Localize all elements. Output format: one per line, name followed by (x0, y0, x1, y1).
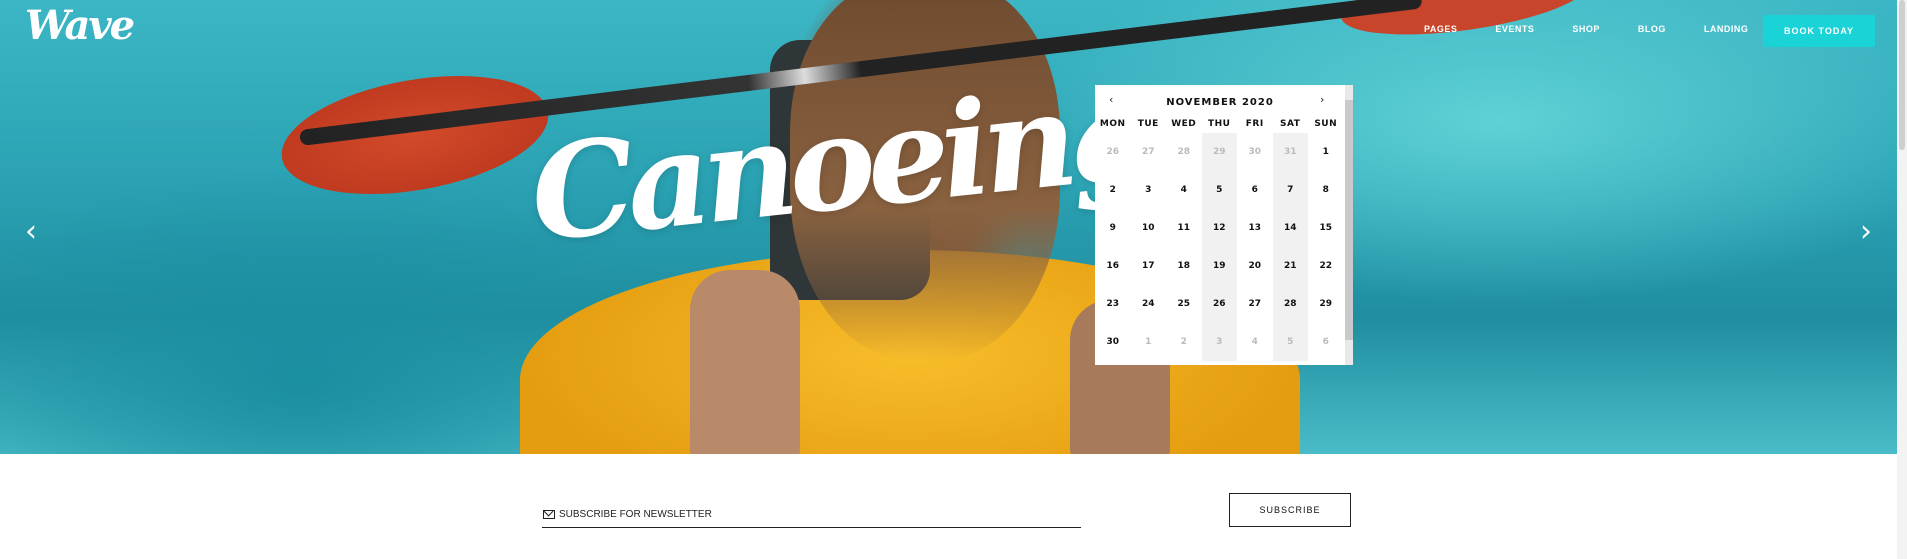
calendar-day[interactable]: 6 (1308, 323, 1344, 361)
calendar-day[interactable]: 31 (1272, 133, 1308, 171)
calendar-day[interactable]: 12 (1201, 209, 1237, 247)
calendar-day[interactable]: 3 (1131, 171, 1167, 209)
calendar-day[interactable]: 9 (1095, 209, 1131, 247)
book-today-button[interactable]: BOOK TODAY (1763, 15, 1875, 47)
calendar-day[interactable]: 28 (1166, 133, 1202, 171)
calendar-day[interactable]: 19 (1201, 247, 1237, 285)
page-scrollbar-thumb[interactable] (1899, 0, 1905, 150)
hero-title: Canoeing (523, 53, 1159, 272)
calendar-day[interactable]: 3 (1201, 323, 1237, 361)
calendar-day[interactable]: 29 (1308, 285, 1344, 323)
nav-item-shop[interactable]: SHOP (1572, 24, 1600, 34)
calendar-day[interactable]: 1 (1308, 133, 1344, 171)
calendar-day[interactable]: 7 (1272, 171, 1308, 209)
calendar-day[interactable]: 2 (1095, 171, 1131, 209)
calendar-day[interactable]: 23 (1095, 285, 1131, 323)
weekday-label: THU (1208, 119, 1231, 129)
calendar-day[interactable]: 20 (1237, 247, 1273, 285)
calendar-day[interactable]: 10 (1131, 209, 1167, 247)
calendar-day[interactable]: 30 (1095, 323, 1131, 361)
weekday-header-row: MON TUE WED THU FRI SAT SUN (1095, 119, 1345, 129)
calendar-day[interactable]: 6 (1237, 171, 1273, 209)
newsletter-placeholder: SUBSCRIBE FOR NEWSLETTER (559, 509, 712, 520)
calendar-day[interactable]: 13 (1237, 209, 1273, 247)
calendar-day[interactable]: 5 (1201, 171, 1237, 209)
calendar-day[interactable]: 18 (1166, 247, 1202, 285)
calendar-day[interactable]: 25 (1166, 285, 1202, 323)
main-nav: PAGES EVENTS SHOP BLOG LANDING (1424, 24, 1786, 34)
nav-item-landing[interactable]: LANDING (1704, 24, 1749, 34)
calendar-day[interactable]: 27 (1131, 133, 1167, 171)
mail-icon (543, 510, 555, 519)
calendar-day[interactable]: 17 (1131, 247, 1167, 285)
chevron-right-icon[interactable]: › (1860, 214, 1872, 249)
calendar-day[interactable]: 24 (1131, 285, 1167, 323)
subscribe-button[interactable]: SUBSCRIBE (1229, 493, 1351, 527)
calendar-day[interactable]: 29 (1201, 133, 1237, 171)
calendar-day[interactable]: 26 (1201, 285, 1237, 323)
weekday-label: MON (1099, 119, 1126, 129)
hero-banner: Canoeing ‹ › (0, 0, 1897, 454)
calendar-scrollbar-thumb[interactable] (1345, 100, 1353, 340)
calendar-day[interactable]: 4 (1166, 171, 1202, 209)
calendar-day[interactable]: 4 (1237, 323, 1273, 361)
calendar-day[interactable]: 28 (1272, 285, 1308, 323)
calendar-day[interactable]: 30 (1237, 133, 1273, 171)
weekday-label: WED (1171, 119, 1197, 129)
calendar-month-label: NOVEMBER 2020 (1166, 97, 1274, 108)
calendar-day[interactable]: 21 (1272, 247, 1308, 285)
calendar-day[interactable]: 14 (1272, 209, 1308, 247)
next-month-icon[interactable]: › (1320, 93, 1324, 106)
calendar-day-grid: 26 27 28 29 30 31 1 2 3 4 5 6 7 8 9 10 11 12 13 14 15 16 17 18 1… (1095, 133, 1345, 361)
calendar-header: ‹ NOVEMBER 2020 › (1095, 85, 1345, 108)
calendar-day[interactable]: 22 (1308, 247, 1344, 285)
calendar-day[interactable]: 2 (1166, 323, 1202, 361)
calendar-day[interactable]: 5 (1272, 323, 1308, 361)
weekday-label: FRI (1245, 119, 1264, 129)
newsletter-field[interactable]: SUBSCRIBE FOR NEWSLETTER (542, 505, 1081, 528)
nav-item-pages[interactable]: PAGES (1424, 24, 1457, 34)
weekday-label: SAT (1280, 119, 1301, 129)
calendar-day[interactable]: 1 (1131, 323, 1167, 361)
nav-item-events[interactable]: EVENTS (1495, 24, 1534, 34)
site-logo[interactable]: Wave (25, 2, 135, 49)
calendar-day[interactable]: 27 (1237, 285, 1273, 323)
calendar-day[interactable]: 16 (1095, 247, 1131, 285)
weekday-label: SUN (1314, 119, 1338, 129)
calendar-day[interactable]: 8 (1308, 171, 1344, 209)
leg-image-part (690, 270, 800, 454)
calendar-day[interactable]: 26 (1095, 133, 1131, 171)
date-picker-calendar: ‹ NOVEMBER 2020 › MON TUE WED THU FRI SAT SUN … (1095, 85, 1345, 365)
weekday-label: TUE (1137, 119, 1159, 129)
nav-item-blog[interactable]: BLOG (1638, 24, 1666, 34)
calendar-day[interactable]: 11 (1166, 209, 1202, 247)
calendar-day[interactable]: 15 (1308, 209, 1344, 247)
chevron-left-icon[interactable]: ‹ (25, 214, 37, 249)
